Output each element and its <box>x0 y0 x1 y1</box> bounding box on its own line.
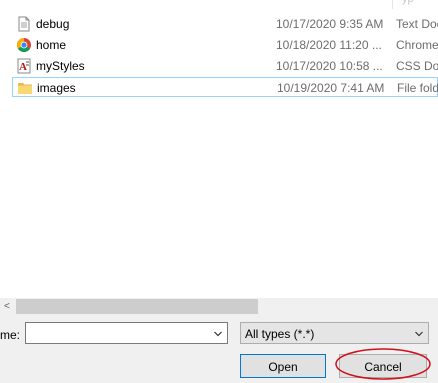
file-row-home[interactable]: home 10/18/2020 11:20 ... Chrome <box>12 35 438 55</box>
chrome-icon <box>16 37 32 53</box>
file-date: 10/17/2020 10:58 ... <box>276 59 383 73</box>
file-type: CSS Doc <box>396 59 438 73</box>
css-file-icon: A <box>16 58 32 74</box>
file-row-images[interactable]: images 10/19/2020 7:41 AM File fold <box>12 77 438 97</box>
file-row-debug[interactable]: debug 10/17/2020 9:35 AM Text Doc <box>12 14 438 34</box>
open-button[interactable]: Open <box>240 354 326 378</box>
open-button-label: Open <box>268 360 298 374</box>
file-name: debug <box>36 17 70 31</box>
scroll-left-arrow-icon[interactable]: < <box>4 299 14 314</box>
type-column-header-text: yp <box>402 0 414 5</box>
file-row-mystyles[interactable]: A myStyles 10/17/2020 10:58 ... CSS Doc <box>12 56 438 76</box>
file-list: debug 10/17/2020 9:35 AM Text Doc home 1… <box>0 14 438 100</box>
file-date: 10/19/2020 7:41 AM <box>277 81 385 95</box>
cancel-button-label: Cancel <box>364 360 402 374</box>
chevron-down-icon[interactable] <box>414 328 424 338</box>
file-name: myStyles <box>36 59 85 73</box>
file-name-input[interactable] <box>26 323 216 343</box>
chevron-down-icon[interactable] <box>213 328 223 338</box>
file-type: Text Doc <box>396 17 438 31</box>
scrollbar-thumb[interactable] <box>16 299 258 314</box>
column-divider[interactable] <box>392 0 393 9</box>
cancel-button[interactable]: Cancel <box>339 354 427 378</box>
file-date: 10/17/2020 9:35 AM <box>276 17 384 31</box>
dialog-footer: me: All types (*.*) Open Cancel <box>0 315 438 383</box>
svg-text:A: A <box>19 61 27 73</box>
file-date: 10/18/2020 11:20 ... <box>276 38 382 52</box>
file-type-value: All types (*.*) <box>245 327 315 341</box>
type-column-header-fragment[interactable]: yp <box>392 0 438 10</box>
file-type: Chrome <box>396 38 438 52</box>
text-document-icon <box>16 16 32 32</box>
file-name-combobox[interactable] <box>25 322 228 344</box>
folder-icon <box>17 80 33 96</box>
file-name-label: me: <box>0 328 21 342</box>
file-type: File fold <box>397 81 438 95</box>
file-type-dropdown[interactable]: All types (*.*) <box>240 322 429 344</box>
file-name: home <box>36 38 67 52</box>
file-name: images <box>37 81 76 95</box>
horizontal-scrollbar[interactable]: < <box>0 298 438 315</box>
